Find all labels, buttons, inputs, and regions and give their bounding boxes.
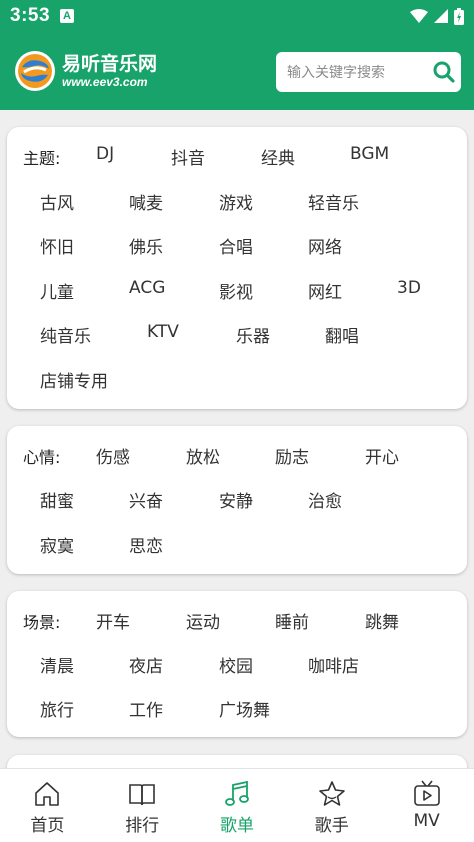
tag-item[interactable]: 放松 <box>186 443 220 468</box>
tag-item[interactable]: 游戏 <box>219 189 253 214</box>
card-label-scene: 场景: <box>23 613 61 632</box>
tag-item[interactable]: 睡前 <box>275 608 309 633</box>
logo-emblem-icon <box>15 51 55 91</box>
tag-item[interactable]: 运动 <box>186 608 220 633</box>
tag-item[interactable]: 旅行 <box>40 696 74 721</box>
star-icon <box>317 779 347 809</box>
nav-mv[interactable]: MV <box>379 769 474 842</box>
tag-item[interactable]: 开心 <box>365 443 399 468</box>
tag-item[interactable]: 3D <box>397 278 421 298</box>
tag-item[interactable]: 跳舞 <box>365 608 399 633</box>
logo-title: 易听音乐网 <box>62 53 158 75</box>
tag-item[interactable]: 怀旧 <box>40 233 74 258</box>
tag-item[interactable]: 夜店 <box>129 652 163 677</box>
tag-item[interactable]: 轻音乐 <box>308 189 359 214</box>
tag-item[interactable]: 励志 <box>275 443 309 468</box>
search-icon[interactable] <box>427 52 461 92</box>
status-bar: 3:53 A <box>0 0 474 32</box>
tag-item[interactable]: 影视 <box>219 278 253 303</box>
card-label-mood: 心情: <box>23 448 61 467</box>
tag-item[interactable]: 经典 <box>261 144 295 169</box>
tag-item[interactable]: 网络 <box>308 233 342 258</box>
home-icon <box>32 779 62 809</box>
wifi-icon <box>410 9 428 23</box>
tv-icon <box>412 779 442 809</box>
book-icon <box>127 779 157 809</box>
tag-item[interactable]: 古风 <box>40 189 74 214</box>
tag-item[interactable]: 喊麦 <box>129 189 163 214</box>
nav-label-singer: 歌手 <box>314 816 349 836</box>
tag-item[interactable]: DJ <box>96 144 114 164</box>
nav-home[interactable]: 首页 <box>0 769 95 842</box>
tag-item[interactable]: 清晨 <box>40 652 74 677</box>
tag-item[interactable]: 校园 <box>219 652 253 677</box>
tag-item[interactable]: 翻唱 <box>325 322 359 347</box>
scene-card: 场景: 开车 运动 睡前 跳舞 清晨 夜店 校园 咖啡店 旅行 工作 广场舞 <box>7 591 467 737</box>
search-input[interactable]: 输入关键字搜索 <box>276 52 461 92</box>
bottom-nav: 首页 排行 歌单 歌手 MV <box>0 768 474 842</box>
tag-item[interactable]: 网红 <box>308 278 342 303</box>
search-placeholder: 输入关键字搜索 <box>287 65 385 81</box>
tag-item[interactable]: 开车 <box>96 608 130 633</box>
app-header: 易听音乐网 www.eev3.com 输入关键字搜索 <box>0 32 474 110</box>
tag-item[interactable]: ACG <box>129 278 165 298</box>
tag-item[interactable]: 治愈 <box>308 487 342 512</box>
tag-item[interactable]: 伤感 <box>96 443 130 468</box>
nav-label-playlist: 歌单 <box>219 816 254 836</box>
theme-card: 主题: DJ 抖音 经典 BGM 古风 喊麦 游戏 轻音乐 怀旧 佛乐 合唱 网… <box>7 127 467 409</box>
tag-item[interactable]: 咖啡店 <box>308 652 359 677</box>
nav-label-ranking: 排行 <box>125 816 160 836</box>
tag-item[interactable]: 乐器 <box>236 322 270 347</box>
tag-item[interactable]: KTV <box>147 322 179 342</box>
next-card-partial <box>7 755 467 768</box>
nav-label-home: 首页 <box>30 816 65 836</box>
notification-icon: A <box>60 9 75 23</box>
tag-item[interactable]: 思恋 <box>129 532 163 557</box>
nav-singer[interactable]: 歌手 <box>284 769 379 842</box>
status-time: 3:53 <box>10 5 51 26</box>
tag-item[interactable]: 兴奋 <box>129 487 163 512</box>
tag-item[interactable]: 工作 <box>129 696 163 721</box>
tag-item[interactable]: 佛乐 <box>129 233 163 258</box>
nav-playlist[interactable]: 歌单 <box>190 769 285 842</box>
tag-item[interactable]: 儿童 <box>40 278 74 303</box>
tag-item[interactable]: 合唱 <box>219 233 253 258</box>
tag-item[interactable]: 纯音乐 <box>40 322 91 347</box>
category-list: 主题: DJ 抖音 经典 BGM 古风 喊麦 游戏 轻音乐 怀旧 佛乐 合唱 网… <box>0 110 474 768</box>
tag-item[interactable]: 甜蜜 <box>40 487 74 512</box>
status-icons <box>410 7 464 25</box>
tag-item[interactable]: 安静 <box>219 487 253 512</box>
logo-url: www.eev3.com <box>62 75 148 89</box>
signal-icon <box>434 9 448 23</box>
music-note-icon <box>222 779 252 809</box>
mood-card: 心情: 伤感 放松 励志 开心 甜蜜 兴奋 安静 治愈 寂寞 思恋 <box>7 426 467 574</box>
tag-item[interactable]: 广场舞 <box>219 696 270 721</box>
tag-item[interactable]: 寂寞 <box>40 532 74 557</box>
nav-ranking[interactable]: 排行 <box>95 769 190 842</box>
card-label-theme: 主题: <box>23 149 61 168</box>
site-logo[interactable]: 易听音乐网 www.eev3.com <box>14 50 157 92</box>
battery-icon <box>454 7 464 25</box>
tag-item[interactable]: 店铺专用 <box>40 367 108 392</box>
nav-label-mv: MV <box>413 811 440 831</box>
tag-item[interactable]: BGM <box>350 144 389 164</box>
tag-item[interactable]: 抖音 <box>171 144 205 169</box>
